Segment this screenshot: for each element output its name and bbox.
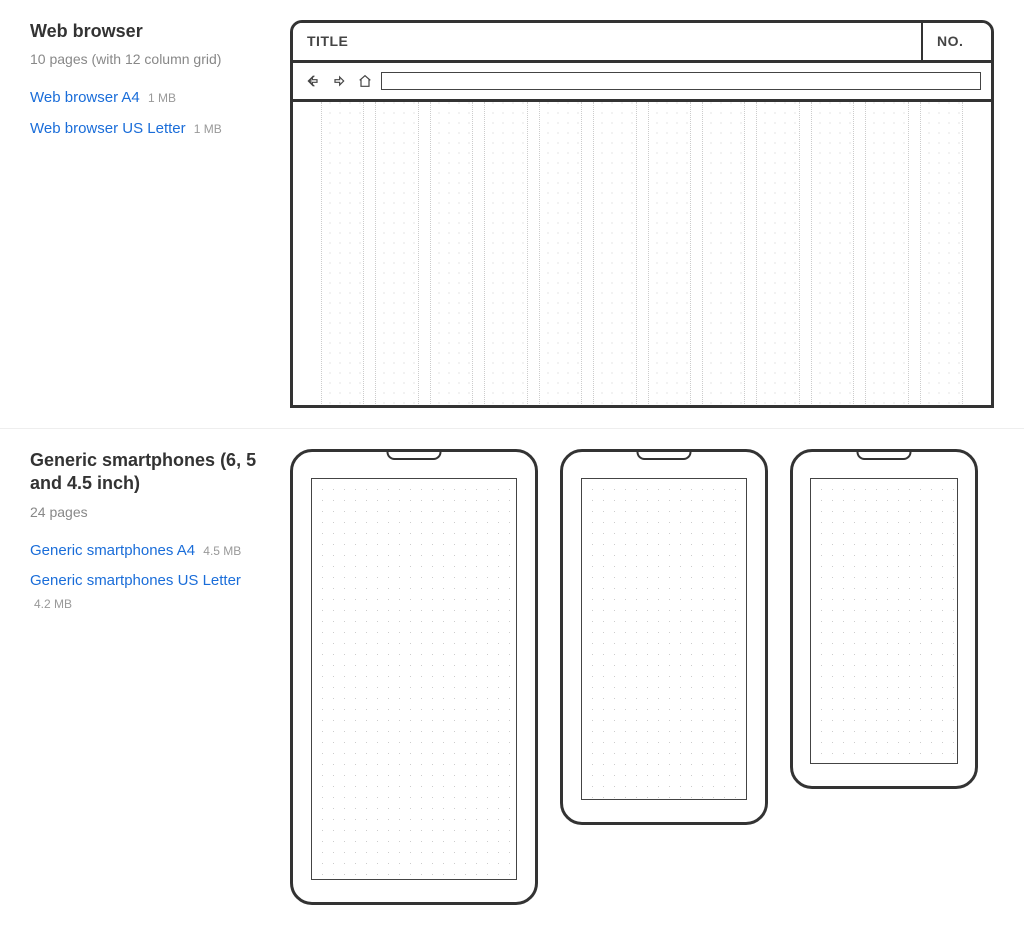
phone-notch — [387, 452, 442, 460]
browser-titlebar: TITLE NO. — [293, 23, 991, 63]
browser-frame: TITLE NO. — [290, 20, 994, 408]
download-link-us-letter[interactable]: Web browser US Letter 1 MB — [30, 118, 280, 141]
titlebar-title: TITLE — [293, 23, 921, 60]
phone-6-inch — [290, 449, 538, 905]
download-link-a4[interactable]: Generic smartphones A4 4.5 MB — [30, 540, 280, 563]
phone-screen — [581, 478, 747, 800]
grid-column — [865, 102, 908, 408]
grid-column — [756, 102, 799, 408]
download-size: 4.5 MB — [203, 542, 241, 560]
section-title: Generic smartphones (6, 5 and 4.5 inch) — [30, 449, 280, 496]
preview-web-browser: TITLE NO. — [290, 20, 994, 408]
download-size: 1 MB — [194, 120, 222, 138]
download-label: Web browser US Letter — [30, 120, 186, 137]
preview-smartphones — [290, 449, 994, 905]
download-label: Web browser A4 — [30, 89, 140, 106]
download-label: Generic smartphones A4 — [30, 542, 195, 559]
grid-column — [811, 102, 854, 408]
sidebar: Generic smartphones (6, 5 and 4.5 inch) … — [30, 449, 290, 905]
phone-screen — [810, 478, 958, 764]
grid-column — [539, 102, 582, 408]
browser-toolbar — [293, 63, 991, 102]
grid-column — [702, 102, 745, 408]
grid-column — [593, 102, 636, 408]
phone-row — [290, 449, 994, 905]
titlebar-number: NO. — [921, 23, 991, 60]
column-grid — [293, 102, 991, 408]
download-link-us-letter[interactable]: Generic smartphones US Letter 4.2 MB — [30, 570, 280, 615]
download-label: Generic smartphones US Letter — [30, 572, 241, 589]
phone-notch — [637, 452, 692, 460]
section-subtitle: 10 pages (with 12 column grid) — [30, 51, 280, 67]
grid-column — [648, 102, 691, 408]
section-generic-smartphones: Generic smartphones (6, 5 and 4.5 inch) … — [0, 428, 1024, 925]
download-link-a4[interactable]: Web browser A4 1 MB — [30, 87, 280, 110]
sidebar: Web browser 10 pages (with 12 column gri… — [30, 20, 290, 408]
phone-4-5-inch — [790, 449, 978, 789]
section-subtitle: 24 pages — [30, 504, 280, 520]
address-bar — [381, 72, 981, 90]
phone-notch — [857, 452, 912, 460]
phone-5-inch — [560, 449, 768, 825]
download-size: 4.2 MB — [34, 595, 72, 613]
back-arrow-icon — [303, 71, 323, 91]
forward-arrow-icon — [329, 71, 349, 91]
grid-column — [430, 102, 473, 408]
grid-column — [484, 102, 527, 408]
grid-column — [920, 102, 963, 408]
section-web-browser: Web browser 10 pages (with 12 column gri… — [0, 0, 1024, 428]
grid-column — [375, 102, 418, 408]
phone-screen — [311, 478, 517, 880]
home-icon — [355, 71, 375, 91]
download-size: 1 MB — [148, 89, 176, 107]
section-title: Web browser — [30, 20, 280, 43]
grid-column — [321, 102, 364, 408]
